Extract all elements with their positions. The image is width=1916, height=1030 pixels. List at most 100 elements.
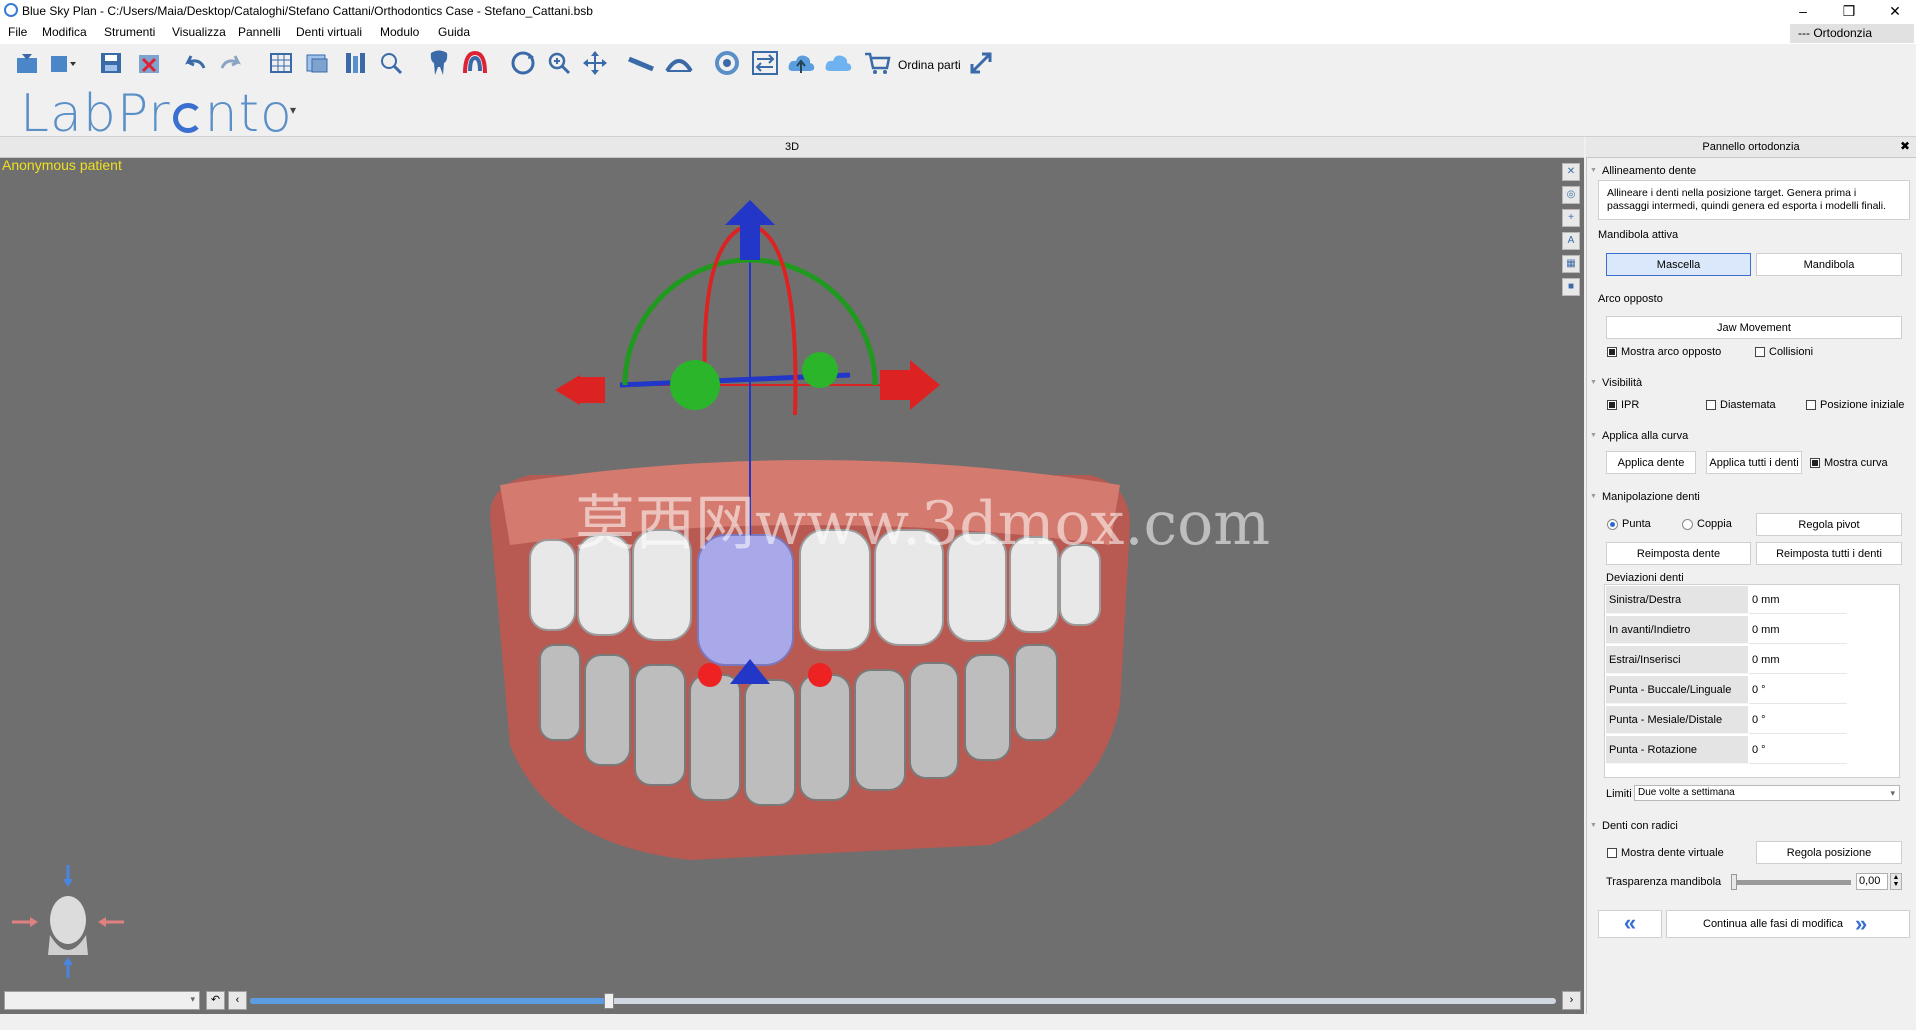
view-reset-icon[interactable]: ✕ [1562, 163, 1580, 181]
tooth-icon[interactable] [424, 48, 454, 78]
slices-icon[interactable] [266, 48, 296, 78]
view-crosshair-icon[interactable]: + [1562, 209, 1580, 227]
tip-radio[interactable]: Punta [1607, 518, 1651, 530]
transparency-slider[interactable] [1735, 880, 1851, 885]
view-camera-icon[interactable]: ■ [1562, 278, 1580, 296]
menu-visualizza[interactable]: Visualizza [172, 25, 226, 39]
zoom-icon[interactable] [544, 48, 574, 78]
deviation-value[interactable]: 0 ° [1749, 676, 1847, 704]
logo-text-start: LabPr [20, 84, 171, 144]
restore-button[interactable]: ❒ [1826, 0, 1872, 22]
labpronto-logo[interactable]: LabPr nto [20, 84, 293, 144]
torque-radio[interactable]: Coppia [1682, 518, 1732, 530]
transparency-label: Trasparenza mandibola [1606, 876, 1722, 888]
arch-segmentation-icon[interactable] [460, 48, 490, 78]
panel-close-icon[interactable]: ✖ [1900, 139, 1910, 153]
menu-modifica[interactable]: Modifica [42, 25, 87, 39]
panoramic-icon[interactable] [302, 48, 332, 78]
mode-tab-ortodonzia[interactable]: --- Ortodonzia [1790, 24, 1914, 43]
deviation-value[interactable]: 0 mm [1749, 646, 1847, 674]
zoom-search-icon[interactable] [376, 48, 406, 78]
watermark: 莫西网www.3dmox.com [575, 489, 1271, 559]
show-curve-label: Mostra curva [1824, 457, 1888, 469]
measure-ruler-icon[interactable] [626, 48, 656, 78]
menu-guida[interactable]: Guida [438, 25, 470, 39]
apply-all-teeth-button[interactable]: Applica tutti i denti [1706, 451, 1802, 474]
checkbox-unchecked [1806, 400, 1816, 410]
reset-all-teeth-button[interactable]: Reimposta tutti i denti [1756, 542, 1902, 565]
pan-icon[interactable] [580, 48, 610, 78]
limits-label: Limiti [1606, 788, 1632, 800]
mandible-button[interactable]: Mandibola [1756, 253, 1902, 276]
collisions-checkbox[interactable]: Collisioni [1755, 346, 1813, 358]
limits-select[interactable]: Due volte a settimana ▾ [1634, 785, 1900, 801]
angle-measure-icon[interactable] [664, 48, 694, 78]
roots-title[interactable]: Denti con radici [1590, 820, 1678, 832]
deviation-label: Punta - Buccale/Linguale [1606, 676, 1748, 704]
order-parts-label[interactable]: Ordina parti [898, 58, 961, 72]
timeline-handle[interactable] [604, 993, 614, 1009]
show-virtual-tooth-checkbox[interactable]: Mostra dente virtuale [1607, 847, 1724, 859]
diastema-checkbox[interactable]: Diastemata [1706, 399, 1776, 411]
logo-dropdown-caret[interactable]: ▾ [290, 103, 296, 117]
orientation-head-widget[interactable] [8, 865, 128, 980]
show-virtual-tooth-label: Mostra dente virtuale [1621, 847, 1724, 859]
manipulation-title[interactable]: Manipolazione denti [1590, 491, 1700, 503]
apply-curve-title[interactable]: Applica alla curva [1590, 430, 1688, 442]
continue-button[interactable]: Continua alle fasi di modifica » [1666, 910, 1910, 938]
initial-position-checkbox[interactable]: Posizione iniziale [1806, 399, 1904, 411]
menu-denti-virtuali[interactable]: Denti virtuali [296, 25, 362, 39]
transparency-value[interactable]: 0,00 [1856, 873, 1888, 890]
logo-text-end: nto [204, 84, 293, 144]
diastema-label: Diastemata [1720, 399, 1776, 411]
minimize-button[interactable]: – [1780, 0, 1826, 22]
open-case-icon[interactable] [12, 48, 42, 78]
shopping-cart-icon[interactable] [862, 48, 892, 78]
rotate-view-icon[interactable] [508, 48, 538, 78]
show-curve-checkbox[interactable]: Mostra curva [1810, 457, 1888, 469]
expand-icon[interactable] [966, 48, 996, 78]
adjust-position-button[interactable]: Regola posizione [1756, 841, 1902, 864]
continue-label: Continua alle fasi di modifica [1703, 918, 1844, 930]
deviation-value[interactable]: 0 ° [1749, 736, 1847, 764]
compare-icon[interactable] [750, 48, 780, 78]
cloud-icon[interactable] [824, 48, 854, 78]
jaw-movement-button[interactable]: Jaw Movement [1606, 316, 1902, 339]
reset-tooth-button[interactable]: Reimposta dente [1606, 542, 1751, 565]
close-case-icon[interactable] [134, 48, 164, 78]
save-icon[interactable] [96, 48, 126, 78]
redo-icon[interactable] [216, 48, 246, 78]
apply-tooth-button[interactable]: Applica dente [1606, 451, 1696, 474]
alignment-title[interactable]: Allineamento dente [1590, 165, 1696, 177]
timeline-prev-icon[interactable]: ‹ [228, 991, 247, 1010]
deviation-value[interactable]: 0 mm [1749, 586, 1847, 614]
undo-icon[interactable] [180, 48, 210, 78]
show-opposite-arch-checkbox[interactable]: Mostra arco opposto [1607, 346, 1721, 358]
transparency-slider-handle[interactable] [1731, 874, 1737, 890]
adjust-pivot-button[interactable]: Regola pivot [1756, 513, 1902, 536]
view-grid-icon[interactable]: ▦ [1562, 255, 1580, 273]
menu-pannelli[interactable]: Pannelli [238, 25, 281, 39]
maxilla-button[interactable]: Mascella [1606, 253, 1751, 276]
refresh-icon[interactable] [712, 48, 742, 78]
menu-modulo[interactable]: Modulo [380, 25, 419, 39]
timeline-next-icon[interactable]: › [1562, 991, 1581, 1010]
deviation-value[interactable]: 0 mm [1749, 616, 1847, 644]
menu-file[interactable]: File [8, 25, 27, 39]
visibility-title[interactable]: Visibilità [1590, 377, 1642, 389]
close-button[interactable]: ✕ [1872, 0, 1916, 22]
view-target-icon[interactable]: ◎ [1562, 186, 1580, 204]
deviation-value[interactable]: 0 ° [1749, 706, 1847, 734]
layout-icon[interactable] [340, 48, 370, 78]
back-button[interactable]: « [1598, 910, 1662, 938]
cloud-upload-icon[interactable] [786, 48, 816, 78]
timeline-reset-icon[interactable]: ↶ [206, 991, 225, 1010]
menu-strumenti[interactable]: Strumenti [104, 25, 155, 39]
ipr-checkbox[interactable]: IPR [1607, 399, 1639, 411]
view-annotation-icon[interactable]: A [1562, 232, 1580, 250]
stage-select[interactable]: ▾ [4, 991, 200, 1010]
import-icon[interactable] [48, 48, 78, 78]
checkbox-checked [1607, 400, 1617, 410]
transparency-spinner[interactable]: ▲ ▼ [1890, 873, 1902, 890]
limits-value: Due volte a settimana [1638, 787, 1735, 798]
